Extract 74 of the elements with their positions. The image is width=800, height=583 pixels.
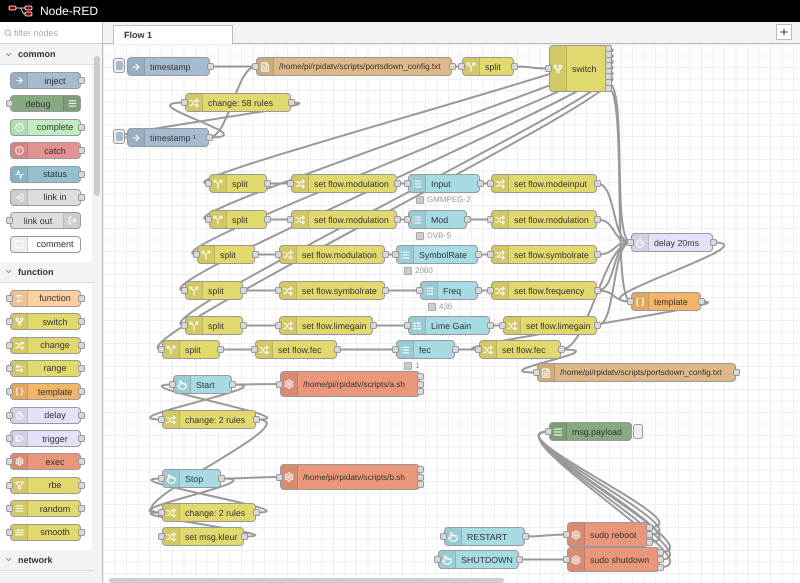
debug-node[interactable]: msg.payload <box>549 422 632 441</box>
dropdown-node[interactable]: fec <box>396 340 455 359</box>
search-field[interactable]: filter nodes <box>0 22 102 44</box>
change-node[interactable]: set flow.modulation <box>291 174 397 193</box>
exec-node[interactable]: sudo shutdown <box>567 547 660 572</box>
change-node[interactable]: set flow.symbolrate <box>491 245 597 264</box>
change-node[interactable]: set flow.fec <box>255 340 337 359</box>
dropdown-node[interactable]: Freq <box>420 281 478 300</box>
comment-node[interactable]: comment <box>10 236 81 253</box>
split-node[interactable]: split <box>197 245 255 264</box>
inject-node[interactable]: timestamp <box>127 57 210 76</box>
button-node[interactable]: SHUTDOWN <box>438 550 519 569</box>
exec-node[interactable]: exec <box>10 453 81 470</box>
app-title: Node-RED <box>40 4 98 18</box>
split-node[interactable]: split <box>185 281 243 300</box>
change-node[interactable]: change: 58 rules <box>185 93 291 112</box>
change-node[interactable]: set flow.frequency <box>491 281 597 300</box>
change-node[interactable]: set flow.modeinput <box>491 174 597 193</box>
dropdown-node[interactable]: SymbolRate <box>396 245 478 264</box>
catch-node[interactable]: catch <box>10 142 81 160</box>
button-node[interactable]: Stop <box>162 469 221 488</box>
split-node[interactable]: split <box>162 340 220 359</box>
debug-node[interactable]: debug <box>10 95 81 112</box>
category-header[interactable]: network <box>0 550 94 571</box>
flow-tab[interactable]: Flow 1 <box>113 25 233 44</box>
status-text: DVB-S <box>427 231 452 240</box>
switch-node[interactable]: switch <box>549 45 608 92</box>
change-node[interactable]: set flow.symbolrate <box>279 281 385 300</box>
change-node[interactable]: set flow.modulation <box>291 210 397 229</box>
change-node[interactable]: set flow.limegain <box>503 316 597 335</box>
template-node[interactable]: template <box>10 383 81 400</box>
change-node[interactable]: change <box>10 336 81 354</box>
dropdown-node[interactable]: Mod <box>408 210 467 229</box>
inject-node[interactable]: timestamp ¹ <box>127 128 209 147</box>
split-node[interactable]: split <box>185 316 243 335</box>
button-node[interactable]: RESTART <box>444 527 525 546</box>
smooth-node[interactable]: smooth <box>10 524 81 541</box>
change-node[interactable]: set flow.limegain <box>279 316 373 335</box>
slider-node[interactable]: Lime Gain <box>408 316 490 335</box>
dropdown-node[interactable]: Input <box>408 174 480 193</box>
complete-node[interactable]: complete <box>10 118 81 136</box>
category-header[interactable]: function <box>0 262 94 283</box>
split-node[interactable]: split <box>209 210 267 229</box>
change-node[interactable]: set msg.kleur <box>162 527 244 546</box>
template-node[interactable]: template <box>631 292 701 311</box>
status-node[interactable]: status <box>10 166 81 183</box>
exec-node[interactable]: /home/pi/rpidatv/scripts/a.sh <box>280 371 420 397</box>
trigger-node[interactable]: trigger <box>10 430 81 448</box>
delay-node[interactable]: delay 20ms <box>631 233 713 252</box>
split-node[interactable]: split <box>209 174 267 193</box>
random-node[interactable]: random <box>10 500 81 518</box>
exec-node[interactable]: /home/pi/rpidatv/scripts/b.sh <box>280 464 420 490</box>
exec-node[interactable]: sudo reboot <box>567 522 649 547</box>
file-node[interactable]: /home/pi/rpidatv/scripts/portsdown_config.txt <box>537 363 736 382</box>
split-node[interactable]: split <box>462 57 514 76</box>
range-node[interactable]: range <box>10 360 81 377</box>
file-node[interactable]: /home/pi/rpidatv/scripts/portsdown_config.txt <box>256 57 452 76</box>
change-node[interactable]: set flow.modulation <box>491 210 597 229</box>
status-text: 436 <box>439 302 452 311</box>
status-text: GMMPEG-2 <box>427 195 471 204</box>
delay-node[interactable]: delay <box>10 406 81 424</box>
change-node[interactable]: change: 2 rules <box>162 410 256 429</box>
inject-node[interactable]: inject <box>10 72 81 89</box>
link-out-node[interactable]: link out <box>10 212 81 230</box>
change-node[interactable]: set flow.fec <box>479 340 561 359</box>
rbe-node[interactable]: rbe <box>10 476 81 494</box>
function-node[interactable]: function <box>10 290 81 307</box>
change-node[interactable]: change: 2 rules <box>162 503 256 522</box>
switch-node[interactable]: switch <box>10 313 81 330</box>
status-text: 1 <box>415 361 420 370</box>
button-node[interactable]: Start <box>173 375 232 394</box>
change-node[interactable]: set flow.modulation <box>279 245 385 264</box>
link-in-node[interactable]: link in <box>10 188 81 206</box>
status-text: 2000 <box>415 266 433 275</box>
